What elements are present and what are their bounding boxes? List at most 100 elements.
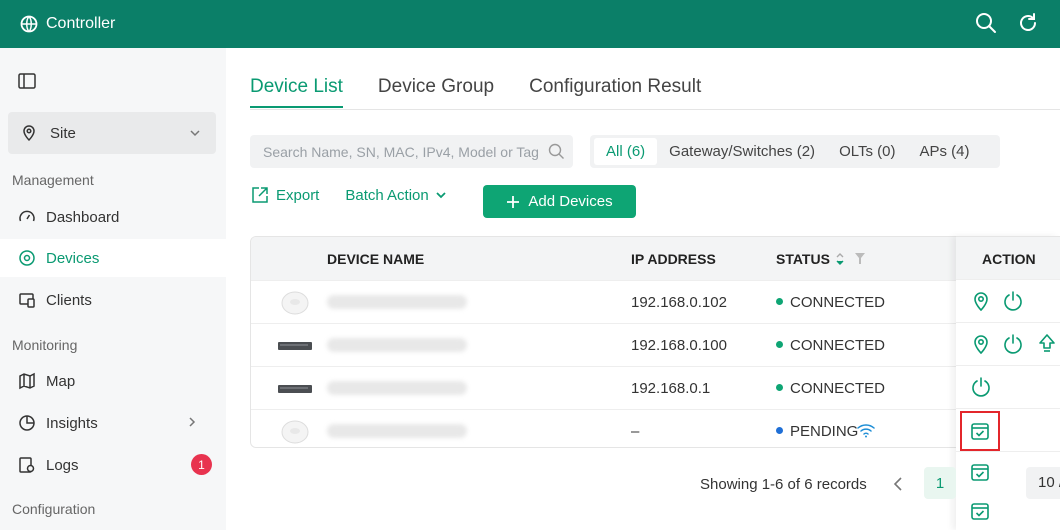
locate-icon[interactable] [970,333,992,355]
app-title: Controller [46,15,116,32]
main-content: Device List Device Group Configuration R… [226,48,1060,530]
sidebar-item-clients[interactable]: Clients [0,281,226,319]
action-cell [956,365,1060,408]
reboot-power-icon[interactable] [1002,290,1024,312]
filter-all[interactable]: All (6) [594,138,658,165]
search-icon[interactable] [974,11,998,35]
action-cell [956,279,1060,322]
chevron-left-icon[interactable] [892,476,906,492]
sidebar-item-label: Map [46,372,76,390]
toolbar: Export Batch Action [250,185,473,205]
tab-configuration-result[interactable]: Configuration Result [529,76,701,108]
app-logo[interactable]: Controller [20,15,115,33]
chevron-right-icon [189,417,196,427]
action-cell [956,322,1060,365]
section-management: Management [12,172,94,188]
chevron-down-icon [436,192,446,199]
table-row[interactable]: 192.168.0.102 CONNECTED [251,280,1059,323]
col-action: ACTION [956,236,1060,279]
search-input[interactable] [263,143,548,160]
sidebar-item-label: Devices [46,249,100,267]
ip-address: 192.168.0.1 [631,380,711,397]
switch-icon [278,342,312,350]
top-bar: Controller [0,0,1060,48]
log-document-icon [19,457,35,473]
reboot-power-icon[interactable] [1002,333,1024,355]
device-type-filter: All (6) Gateway/Switches (2) OLTs (0) AP… [590,135,1000,168]
access-point-icon [281,420,309,444]
table-row[interactable]: 192.168.0.100 CONNECTED [251,323,1059,366]
tab-bar: Device List Device Group Configuration R… [250,76,701,108]
status-text: PENDING [776,423,858,440]
table-row[interactable]: – PENDING [251,409,1059,447]
sidebar-item-dashboard[interactable]: Dashboard [0,198,226,236]
filter-aps[interactable]: APs (4) [907,138,981,165]
wifi-icon [857,424,875,438]
device-name-redacted [327,338,467,352]
map-icon [19,372,35,390]
gauge-icon [19,210,35,222]
access-point-icon [281,291,309,315]
page-size-select[interactable]: 10 / [1026,467,1060,499]
device-name-redacted [327,381,467,395]
sidebar-item-logs[interactable]: Logs 1 [0,446,226,484]
sidebar-item-devices[interactable]: Devices [0,239,226,277]
sidebar-collapse-icon[interactable] [18,72,36,90]
sidebar-item-label: Dashboard [46,208,120,226]
site-label: Site [50,124,76,142]
device-name-redacted [327,424,467,438]
adopt-icon[interactable] [969,461,991,483]
col-ip-address[interactable]: IP ADDRESS [631,251,716,267]
upgrade-icon[interactable] [1036,333,1058,355]
search-icon[interactable] [548,143,565,160]
filter-icon[interactable] [854,252,866,265]
sidebar-item-label: Insights [46,414,98,432]
pagination-summary: Showing 1-6 of 6 records [700,476,867,493]
ip-address: – [631,423,640,440]
status-text: CONNECTED [776,294,885,311]
col-device-name[interactable]: DEVICE NAME [327,251,424,267]
page-number-button[interactable]: 1 [924,467,956,499]
col-status[interactable]: STATUS [776,251,830,267]
monitor-icon [19,293,35,308]
site-select[interactable]: Site [8,112,216,154]
table-row[interactable]: 192.168.0.1 CONNECTED [251,366,1059,409]
plus-icon [507,195,520,208]
device-name-redacted [327,295,467,309]
batch-action-dropdown[interactable]: Batch Action [345,187,446,204]
table-header: DEVICE NAME IP ADDRESS STATUS [251,237,1059,280]
sidebar-item-map[interactable]: Map [0,362,226,400]
col-status-label: STATUS [776,251,830,267]
ip-address: 192.168.0.102 [631,294,727,311]
logs-count-badge: 1 [191,454,212,475]
section-configuration: Configuration [12,501,96,517]
location-pin-icon [23,125,35,142]
device-table: DEVICE NAME IP ADDRESS STATUS 192.168.0.… [250,236,1060,448]
target-icon [19,250,35,266]
adopt-icon[interactable] [969,500,991,522]
export-icon [252,187,268,203]
action-cell [956,494,1060,530]
locate-icon[interactable] [970,290,992,312]
tab-device-group[interactable]: Device Group [378,76,494,108]
refresh-icon[interactable] [1016,11,1040,35]
export-label: Export [276,186,320,204]
sidebar-item-label: Clients [46,291,92,309]
status-text: CONNECTED [776,380,885,397]
section-monitoring: Monitoring [12,337,78,353]
sidebar-item-label: Logs [46,456,79,474]
export-button[interactable]: Export [250,185,319,205]
filter-gateway-switches[interactable]: Gateway/Switches (2) [657,138,827,165]
search-box [250,135,573,168]
add-devices-button[interactable]: Add Devices [483,185,636,218]
add-devices-label: Add Devices [528,193,613,210]
sidebar-item-insights[interactable]: Insights [0,404,226,442]
sort-icon[interactable] [835,252,845,266]
adopt-icon[interactable] [969,420,991,442]
filter-olts[interactable]: OLTs (0) [827,138,907,165]
reboot-power-icon[interactable] [970,376,992,398]
tab-device-list[interactable]: Device List [250,76,343,108]
batch-action-label: Batch Action [345,186,429,204]
chevron-down-icon [190,130,200,137]
ip-address: 192.168.0.100 [631,337,727,354]
